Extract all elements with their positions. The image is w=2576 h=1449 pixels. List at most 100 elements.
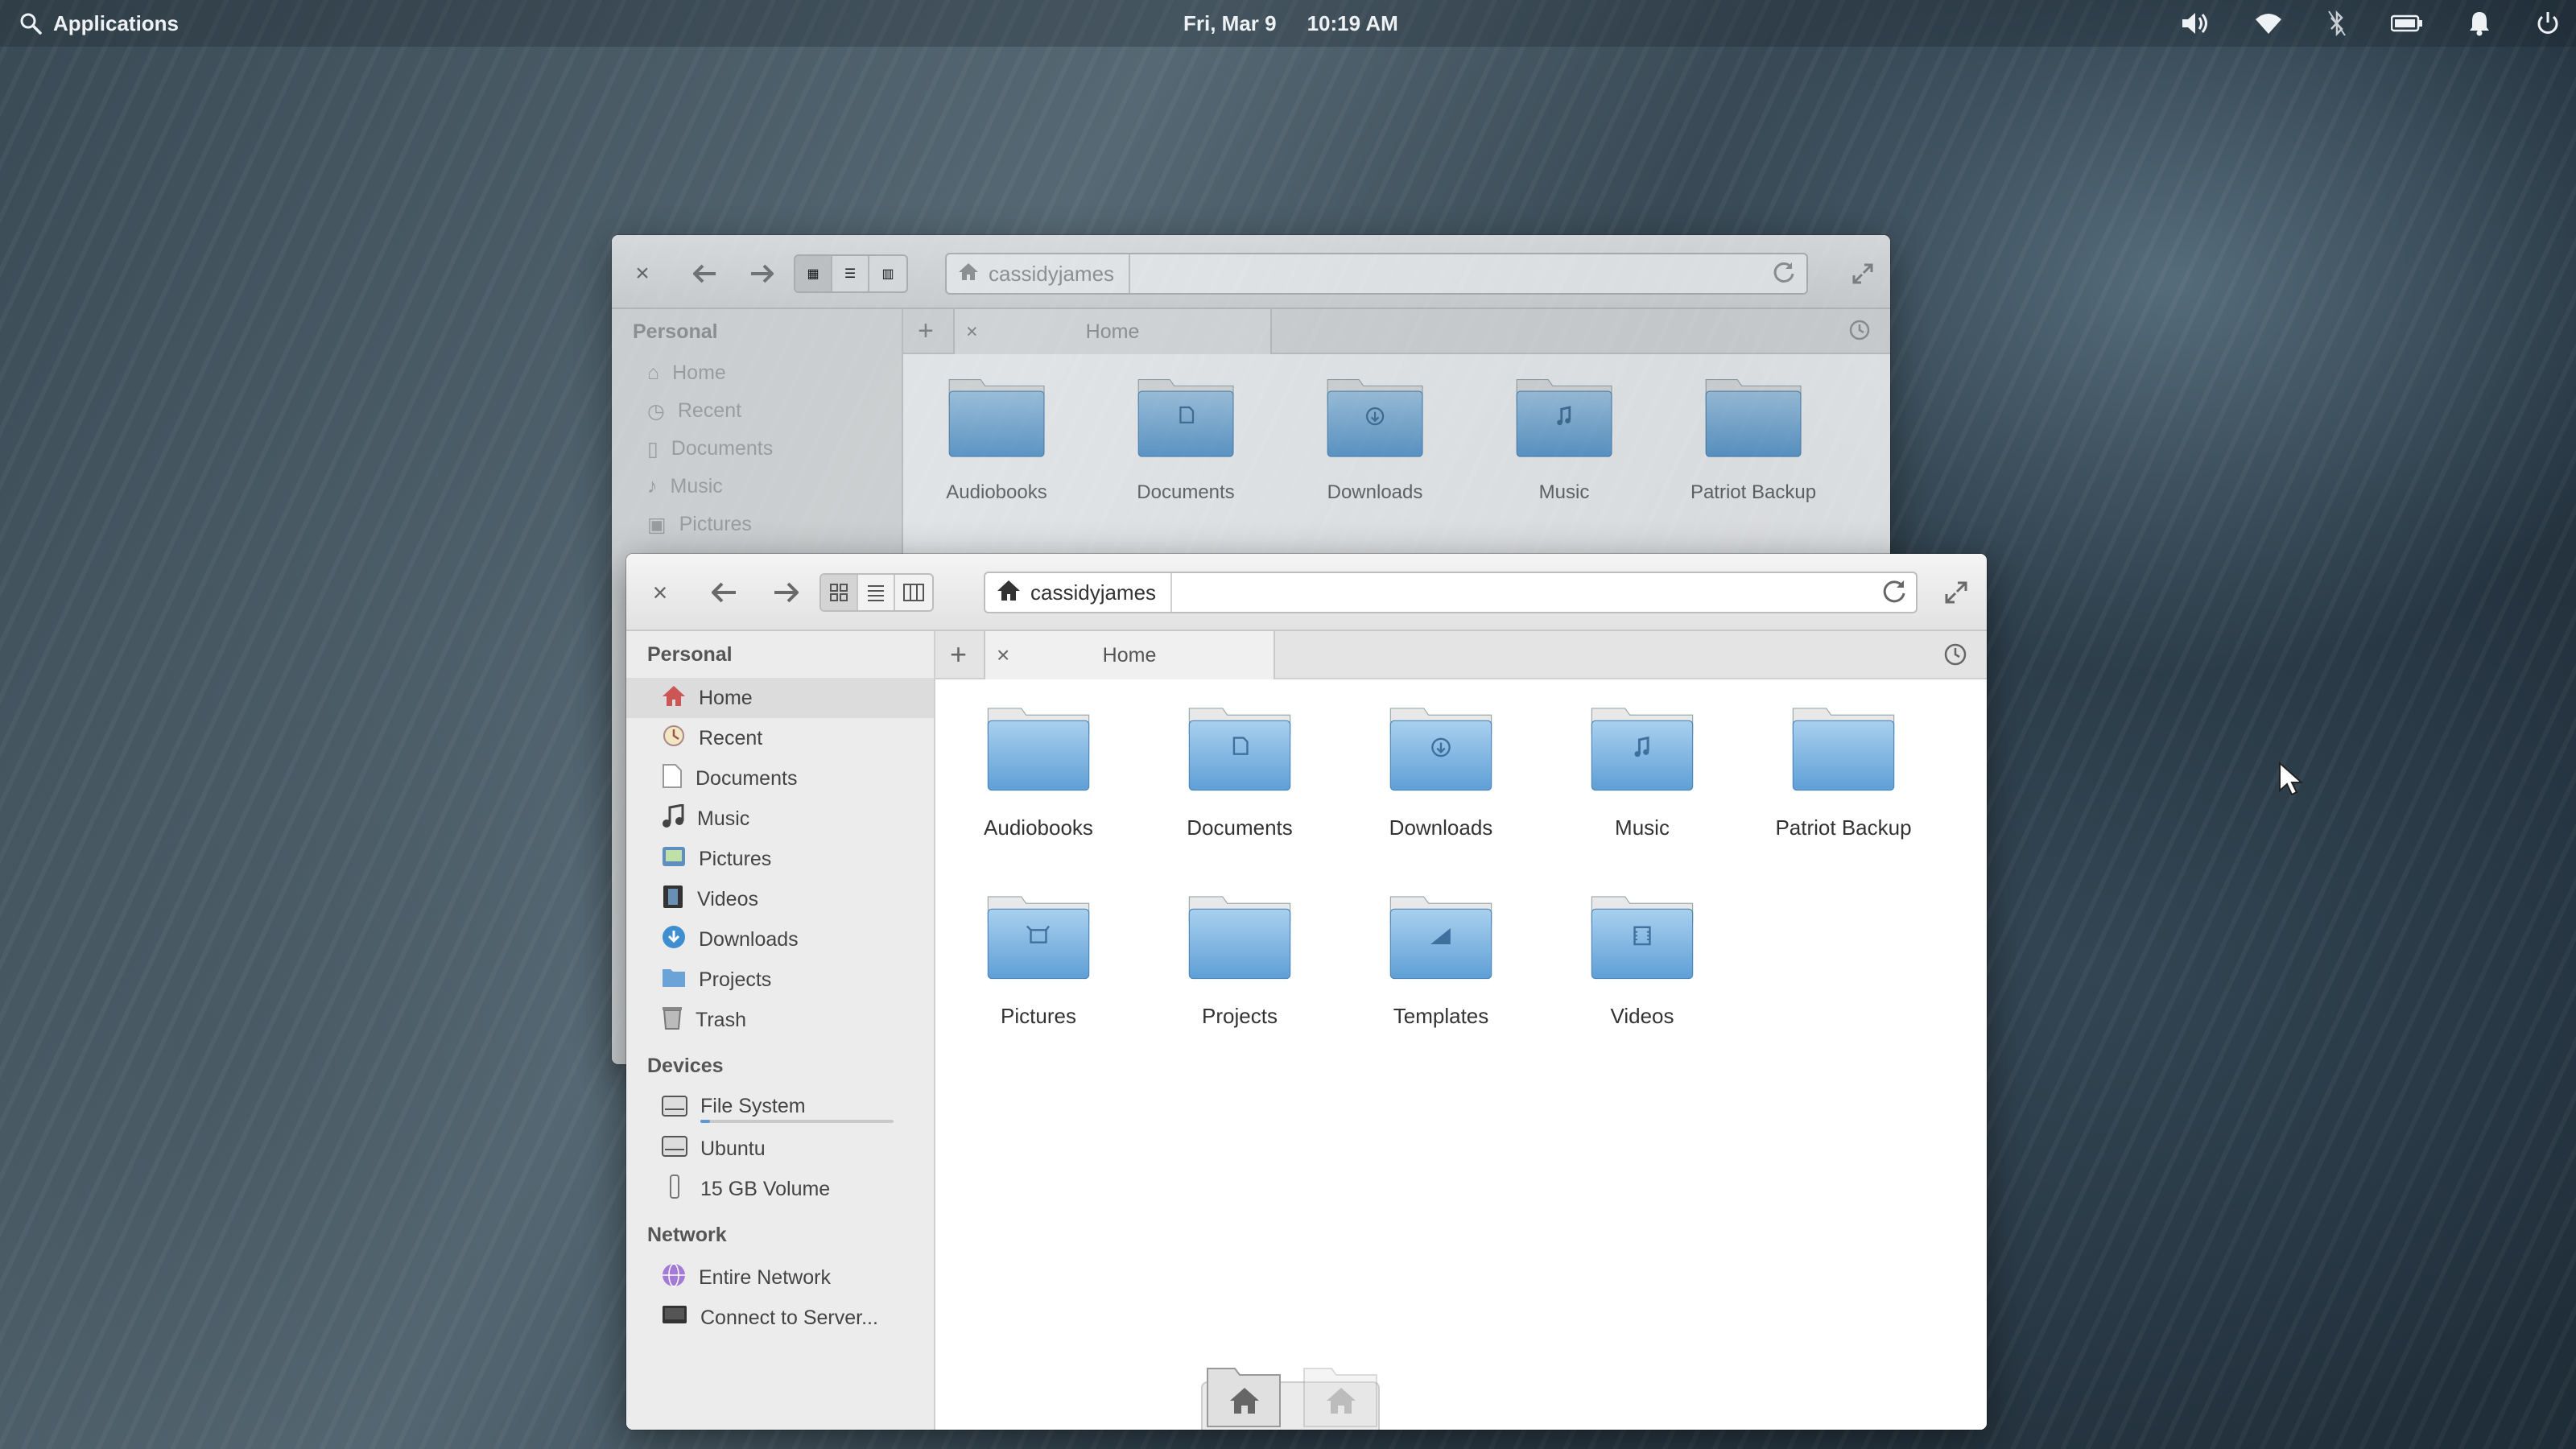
tab-bar: + × Home bbox=[935, 631, 1987, 679]
sidebar-item-projects[interactable]: Projects bbox=[626, 960, 934, 1000]
sidebar-item-entire-network[interactable]: Entire Network bbox=[626, 1257, 934, 1298]
folder-patriot-backup[interactable]: Patriot Backup bbox=[1755, 704, 1932, 840]
reload-icon[interactable] bbox=[1773, 261, 1795, 287]
folder-icon bbox=[1704, 375, 1802, 462]
sidebar-item-home[interactable]: Home bbox=[626, 678, 934, 718]
icon-view-icon[interactable] bbox=[821, 575, 858, 610]
sidebar-item-ubuntu[interactable]: Ubuntu bbox=[626, 1129, 934, 1169]
icon-view: Audiobooks Documents Downloads Music Pat… bbox=[935, 679, 1987, 1430]
sidebar-item-music[interactable]: Music bbox=[626, 799, 934, 839]
sidebar-item-pictures[interactable]: ▣ Pictures bbox=[612, 506, 902, 543]
sidebar-item-trash[interactable]: Trash bbox=[626, 1000, 934, 1040]
folder-documents[interactable]: Documents bbox=[1097, 375, 1274, 504]
history-icon[interactable] bbox=[1848, 319, 1871, 345]
folder-downloads[interactable]: Downloads bbox=[1286, 375, 1463, 504]
folder-label: Audiobooks bbox=[946, 481, 1047, 504]
sidebar-item-recent[interactable]: ◷ Recent bbox=[612, 392, 902, 430]
folder-audiobooks[interactable]: Audiobooks bbox=[908, 375, 1085, 504]
list-view-icon[interactable] bbox=[858, 575, 895, 610]
files-home-icon[interactable] bbox=[1206, 1362, 1283, 1430]
forward-button[interactable] bbox=[745, 254, 778, 293]
music-icon bbox=[662, 803, 684, 834]
close-tab-icon[interactable]: × bbox=[966, 320, 978, 344]
volume-icon[interactable] bbox=[2180, 10, 2209, 36]
reload-icon[interactable] bbox=[1882, 579, 1906, 607]
sidebar-item-documents[interactable]: ▯ Documents bbox=[612, 430, 902, 468]
notifications-icon[interactable] bbox=[2468, 10, 2491, 36]
close-tab-icon[interactable]: × bbox=[997, 642, 1009, 668]
folder-downloads[interactable]: Downloads bbox=[1352, 704, 1530, 840]
wifi-icon[interactable] bbox=[2254, 11, 2283, 35]
maximize-button[interactable] bbox=[1848, 254, 1877, 293]
column-view-icon[interactable] bbox=[895, 575, 932, 610]
sidebar-heading-personal: Personal bbox=[647, 642, 733, 666]
maximize-button[interactable] bbox=[1942, 573, 1971, 612]
sidebar-item-home[interactable]: ⌂ Home bbox=[612, 354, 902, 392]
home-icon bbox=[958, 262, 979, 287]
breadcrumb-home[interactable]: cassidyjames bbox=[947, 254, 1131, 293]
new-tab-button[interactable]: + bbox=[918, 316, 934, 347]
dock bbox=[1201, 1362, 1381, 1430]
power-icon[interactable] bbox=[2536, 10, 2560, 36]
top-panel: Applications Fri, Mar 9 10:19 AM bbox=[0, 0, 2576, 47]
server-icon bbox=[662, 1304, 687, 1332]
location-bar[interactable]: cassidyjames bbox=[945, 253, 1808, 295]
recent-icon: ◷ bbox=[647, 399, 665, 423]
folder-icon bbox=[1389, 704, 1493, 796]
folder-icon bbox=[1791, 704, 1896, 796]
folder-audiobooks[interactable]: Audiobooks bbox=[950, 704, 1127, 840]
time-label: 10:19 AM bbox=[1307, 10, 1398, 35]
new-tab-button[interactable]: + bbox=[950, 638, 967, 671]
sidebar-item-music[interactable]: ♪ Music bbox=[612, 468, 902, 506]
date-label: Fri, Mar 9 bbox=[1183, 10, 1277, 35]
folder-documents[interactable]: Documents bbox=[1151, 704, 1328, 840]
tab-home[interactable]: × Home bbox=[984, 631, 1275, 679]
sidebar-item-videos[interactable]: Videos bbox=[626, 879, 934, 919]
sidebar-item-file-system[interactable]: File System bbox=[626, 1088, 934, 1129]
folder-icon bbox=[1326, 375, 1424, 462]
file-manager-window[interactable]: × cassidyjames Personal Home Recent Docu… bbox=[626, 554, 1987, 1430]
headerbar: × cassidyjames bbox=[626, 554, 1987, 631]
document-icon: ▯ bbox=[647, 437, 658, 460]
sidebar-item-recent[interactable]: Recent bbox=[626, 718, 934, 758]
back-button[interactable] bbox=[707, 573, 742, 612]
folder-label: Documents bbox=[1187, 815, 1293, 840]
list-view-icon[interactable]: ☰ bbox=[832, 256, 869, 291]
sidebar-item-15gb-volume[interactable]: 15 GB Volume bbox=[626, 1169, 934, 1209]
view-switcher[interactable] bbox=[819, 573, 934, 612]
tab-home[interactable]: × Home bbox=[953, 309, 1272, 354]
view-switcher[interactable]: ▦ ☰ ▥ bbox=[794, 254, 908, 293]
sidebar-item-downloads[interactable]: Downloads bbox=[626, 919, 934, 960]
history-icon[interactable] bbox=[1943, 642, 1967, 671]
location-bar[interactable]: cassidyjames bbox=[984, 572, 1918, 613]
folder-patriot-backup[interactable]: Patriot Backup bbox=[1665, 375, 1842, 504]
sidebar-item-documents[interactable]: Documents bbox=[626, 758, 934, 799]
headerbar: × ▦ ☰ ▥ cassidyjames bbox=[612, 235, 1890, 309]
home-icon bbox=[997, 579, 1021, 607]
folder-pictures[interactable]: Pictures bbox=[950, 892, 1127, 1029]
folder-templates[interactable]: Templates bbox=[1352, 892, 1530, 1029]
folder-icon bbox=[1590, 892, 1695, 985]
downloads-icon bbox=[662, 925, 686, 955]
datetime-indicator[interactable]: Fri, Mar 9 10:19 AM bbox=[1183, 0, 1398, 47]
folder-music[interactable]: Music bbox=[1554, 704, 1731, 840]
bluetooth-icon[interactable] bbox=[2328, 10, 2346, 36]
close-button[interactable]: × bbox=[628, 254, 657, 293]
breadcrumb-home[interactable]: cassidyjames bbox=[985, 573, 1173, 612]
applications-label: Applications bbox=[53, 10, 180, 35]
folder-videos[interactable]: Videos bbox=[1554, 892, 1731, 1029]
column-view-icon[interactable]: ▥ bbox=[869, 256, 906, 291]
folder-label: Projects bbox=[1202, 1004, 1278, 1028]
folder-label: Audiobooks bbox=[984, 815, 1093, 840]
folder-projects[interactable]: Projects bbox=[1151, 892, 1328, 1029]
applications-menu[interactable]: Applications bbox=[19, 0, 179, 47]
sidebar-item-pictures[interactable]: Pictures bbox=[626, 839, 934, 879]
icon-view-icon[interactable]: ▦ bbox=[795, 256, 832, 291]
back-button[interactable] bbox=[689, 254, 721, 293]
battery-icon[interactable] bbox=[2391, 14, 2423, 33]
folder-music[interactable]: Music bbox=[1476, 375, 1653, 504]
music-icon: ♪ bbox=[647, 475, 658, 497]
close-button[interactable]: × bbox=[646, 573, 675, 612]
forward-button[interactable] bbox=[768, 573, 803, 612]
sidebar-item-connect-to-server[interactable]: Connect to Server... bbox=[626, 1298, 934, 1338]
